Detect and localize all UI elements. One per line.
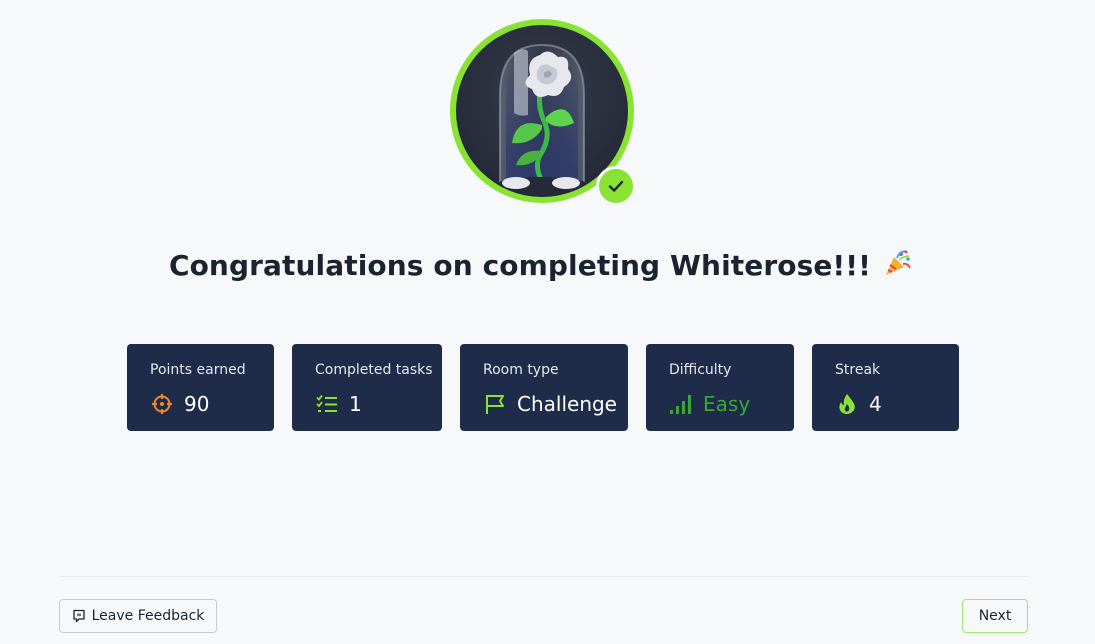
stat-label: Points earned — [150, 362, 246, 378]
next-label: Next — [978, 608, 1012, 624]
room-stats: Points earned 90 Completed tasks 1 Room … — [0, 344, 1095, 432]
stat-label: Streak — [835, 362, 881, 378]
footer-divider — [59, 576, 1029, 577]
stat-value: Challenge — [517, 392, 617, 416]
stat-label: Room type — [483, 362, 559, 378]
stat-value: Easy — [703, 392, 751, 416]
stat-label: Difficulty — [669, 362, 732, 378]
room-badge — [450, 19, 638, 209]
stat-card-completed-tasks: Completed tasks 1 — [292, 344, 442, 431]
stat-value: 90 — [184, 392, 210, 416]
completed-check-badge — [596, 166, 636, 206]
flag-icon — [483, 392, 507, 416]
stat-card-streak: Streak 4 — [812, 344, 959, 431]
leave-feedback-label: Leave Feedback — [91, 608, 205, 624]
leave-feedback-button[interactable]: Leave Feedback — [59, 599, 217, 633]
next-button[interactable]: Next — [962, 599, 1028, 633]
check-icon — [608, 180, 624, 192]
completion-heading: Congratulations on completing Whiterose!… — [0, 248, 1082, 285]
stat-card-points: Points earned 90 — [127, 344, 274, 431]
flame-icon — [835, 392, 859, 416]
stat-label: Completed tasks — [315, 362, 433, 378]
completion-title-text: Congratulations on completing Whiterose!… — [168, 249, 872, 282]
stat-value: 4 — [869, 392, 882, 416]
crosshair-icon — [150, 392, 174, 416]
signal-bars-icon — [669, 392, 693, 416]
stat-card-room-type: Room type Challenge — [460, 344, 628, 431]
checklist-icon — [315, 392, 339, 416]
stat-card-difficulty: Difficulty Easy — [646, 344, 794, 431]
stat-value: 1 — [349, 392, 362, 416]
message-icon — [72, 609, 86, 623]
party-popper-icon — [883, 248, 913, 285]
